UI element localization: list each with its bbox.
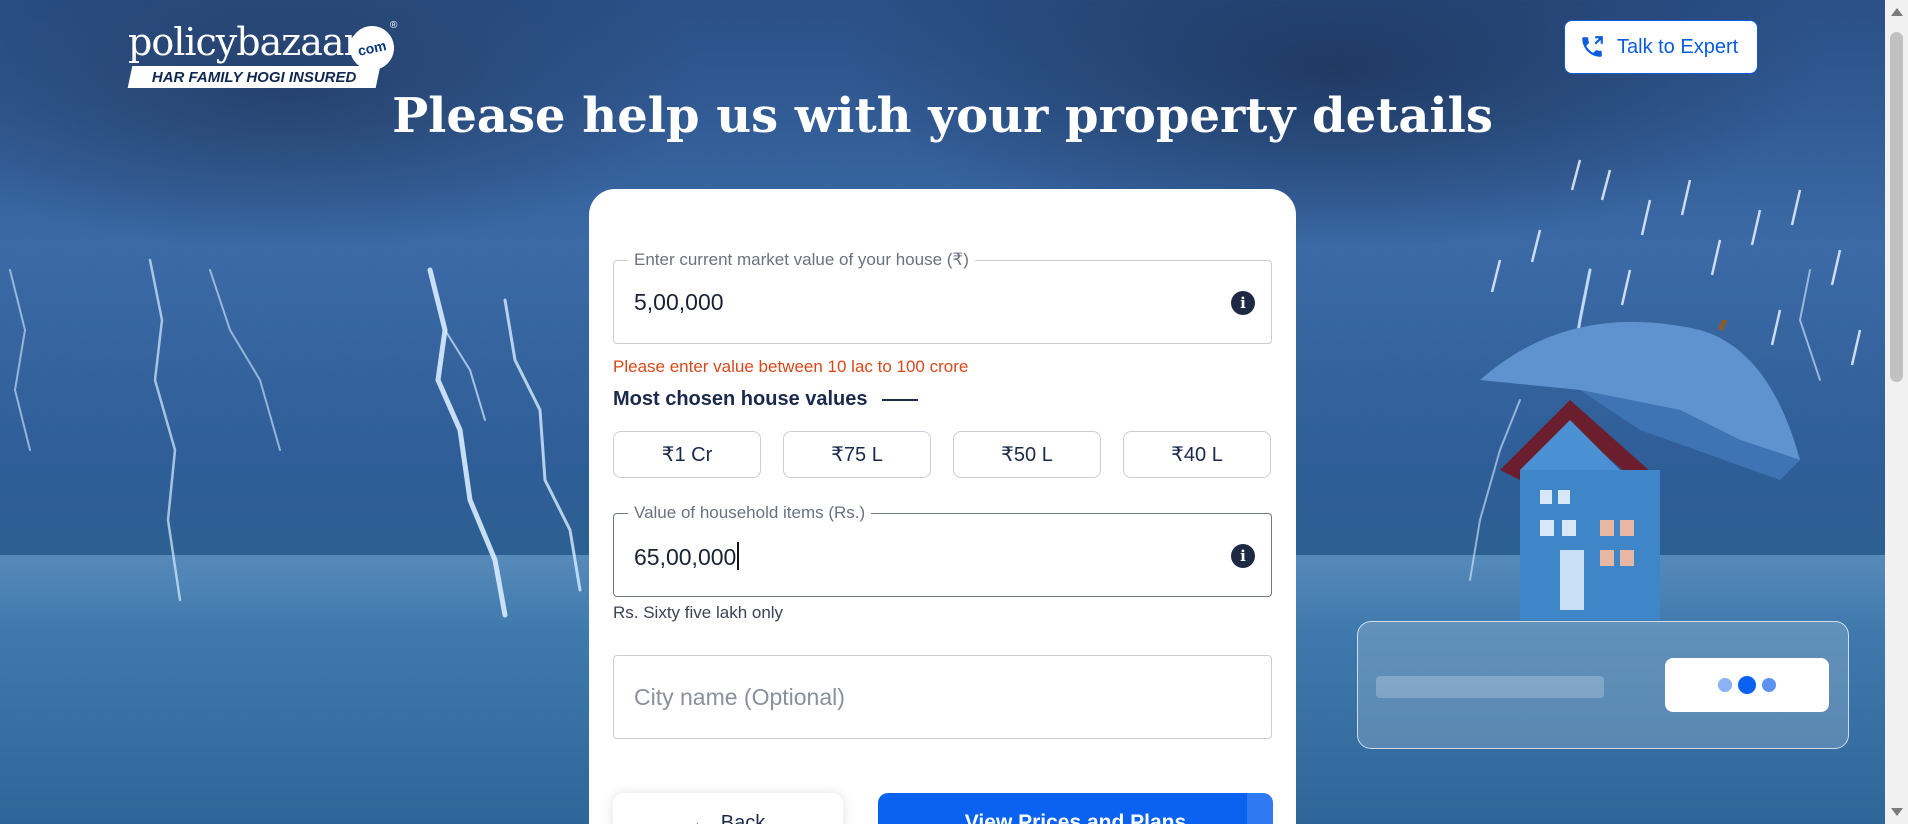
logo-tagline-text: HAR FAMILY HOGI INSURED (151, 68, 357, 86)
logo-registered-mark: ® (390, 20, 398, 31)
text-caret (737, 542, 740, 570)
talk-to-expert-label: Talk to Expert (1617, 35, 1739, 58)
household-amount-in-words: Rs. Sixty five lakh only (613, 603, 784, 622)
page-scrollbar[interactable] (1885, 0, 1908, 824)
household-items-input[interactable]: 65,00,000 (634, 542, 740, 571)
option-50-l-button[interactable]: ₹50 L (953, 431, 1101, 478)
option-75-l-button[interactable]: ₹75 L (783, 431, 931, 478)
loading-dot (1762, 678, 1776, 692)
scroll-thumb[interactable] (1890, 32, 1903, 382)
policybazaar-logo[interactable]: policybazaar com ® HAR FAMILY HOGI INSUR… (127, 20, 399, 90)
info-icon[interactable]: i (1231, 544, 1255, 568)
option-1-cr-button[interactable]: ₹1 Cr (613, 431, 761, 478)
back-button-label: Back (720, 811, 766, 824)
phone-icon (1582, 36, 1603, 57)
heading-underline-divider (881, 398, 918, 401)
view-prices-button[interactable]: View Prices and Plans (878, 793, 1273, 824)
market-value-field[interactable]: Enter current market value of your house… (613, 250, 1272, 344)
loading-dot (1718, 678, 1732, 692)
option-40-l-button[interactable]: ₹40 L (1123, 431, 1271, 478)
loading-dot (1738, 676, 1756, 694)
market-value-input[interactable]: 5,00,000 (634, 289, 724, 316)
city-name-field[interactable]: City name (Optional) (613, 655, 1272, 739)
loading-card (1357, 621, 1849, 749)
scroll-up-arrow-icon[interactable] (1891, 8, 1903, 16)
logo-wordmark: policybazaar (128, 20, 362, 64)
household-items-label: Value of household items (Rs.) (628, 503, 872, 523)
back-arrow-icon: ← (690, 811, 711, 824)
back-button[interactable]: ← Back (613, 793, 843, 824)
house-umbrella-illustration (1480, 320, 1800, 620)
property-form-card: Enter current market value of your house… (589, 189, 1296, 824)
most-chosen-heading: Most chosen house values (613, 388, 918, 411)
loading-indicator (1665, 658, 1829, 712)
page-title: Please help us with your property detail… (392, 88, 1493, 144)
market-value-error: Please enter value between 10 lac to 100… (613, 357, 969, 376)
city-name-input[interactable]: City name (Optional) (634, 684, 845, 711)
scroll-down-arrow-icon[interactable] (1891, 808, 1903, 816)
info-icon[interactable]: i (1231, 291, 1255, 315)
household-items-value: 65,00,000 (634, 544, 737, 570)
talk-to-expert-button[interactable]: Talk to Expert (1564, 20, 1758, 74)
loading-skeleton-bar (1376, 676, 1604, 698)
logo-tagline: HAR FAMILY HOGI INSURED (127, 66, 381, 88)
most-chosen-title: Most chosen house values (613, 388, 868, 410)
household-items-field[interactable]: Value of household items (Rs.) 65,00,000… (613, 503, 1272, 597)
market-value-label: Enter current market value of your house… (628, 250, 975, 270)
house-value-options: ₹1 Cr ₹75 L ₹50 L ₹40 L (613, 431, 1272, 478)
